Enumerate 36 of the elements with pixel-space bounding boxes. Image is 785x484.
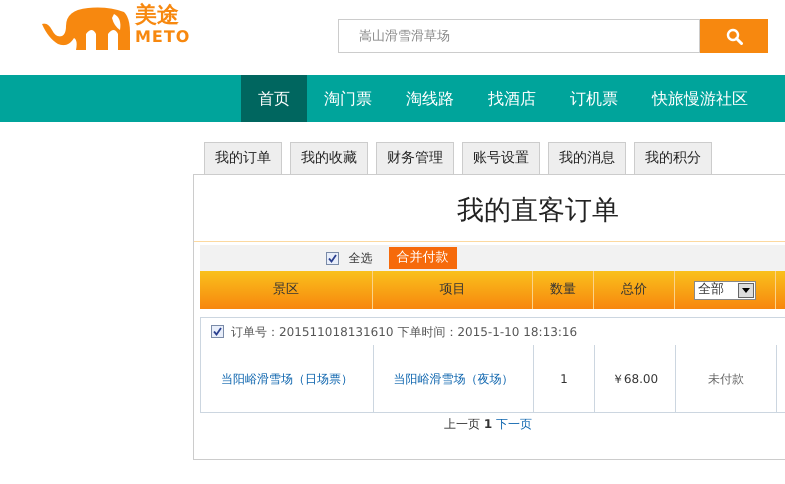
logo-text: METO bbox=[135, 28, 190, 46]
column-header: 景区 bbox=[200, 271, 373, 309]
nav-link[interactable]: 快旅慢游社区 bbox=[635, 75, 765, 122]
nav-link[interactable]: 淘门票 bbox=[307, 75, 389, 122]
column-header: 数量 bbox=[533, 271, 594, 309]
column-header: 项目 bbox=[373, 271, 533, 309]
table-cell-text: 未付款 bbox=[708, 370, 744, 388]
tab[interactable]: 账号设置 bbox=[462, 142, 540, 174]
table-cell-text: 1 bbox=[560, 370, 568, 388]
tab[interactable]: 我的收藏 bbox=[290, 142, 368, 174]
search-icon bbox=[726, 28, 742, 44]
page-title: 我的直客订单 bbox=[194, 175, 785, 242]
order-link[interactable]: 当阳峪滑雪场（日场票） bbox=[221, 370, 353, 388]
tab[interactable]: 我的订单 bbox=[204, 142, 282, 174]
checkbox[interactable] bbox=[326, 252, 338, 264]
nav-link[interactable]: 首页 bbox=[241, 75, 307, 122]
order-link[interactable]: 当阳峪滑雪场（夜场） bbox=[394, 370, 514, 388]
column-header: 总价 bbox=[594, 271, 675, 309]
prev-page-label: 上一页 bbox=[444, 417, 480, 431]
logo-text: 美途 bbox=[135, 4, 180, 28]
tab[interactable]: 财务管理 bbox=[376, 142, 454, 174]
checkbox[interactable] bbox=[211, 325, 224, 338]
nav-link[interactable]: 找酒店 bbox=[471, 75, 553, 122]
table-cell-text: ￥68.00 bbox=[612, 370, 658, 388]
order-info: 订单号：201511018131610 下单时间：2015-1-10 18:13:16 bbox=[231, 324, 578, 340]
tab[interactable]: 我的积分 bbox=[634, 142, 712, 174]
select-all-label: 全选 bbox=[348, 250, 372, 267]
tab[interactable]: 我的消息 bbox=[548, 142, 626, 174]
select-value: 全部 bbox=[698, 281, 724, 300]
search-field[interactable]: 嵩山滑雪滑草场 bbox=[338, 19, 700, 53]
caret-icon bbox=[738, 282, 754, 298]
status-filter-select[interactable]: 全部 bbox=[694, 280, 756, 300]
next-page-link[interactable]: 下一页 bbox=[496, 417, 532, 431]
nav-link[interactable]: 淘线路 bbox=[389, 75, 471, 122]
nav-link[interactable]: 订机票 bbox=[553, 75, 635, 122]
current-page: 1 bbox=[484, 417, 492, 431]
